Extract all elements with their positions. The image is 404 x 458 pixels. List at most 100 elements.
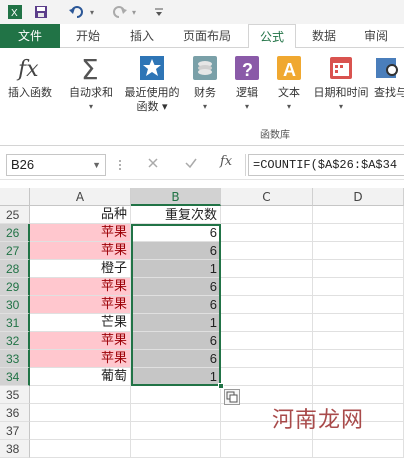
cell-b36[interactable] — [131, 404, 221, 422]
cell-b32[interactable]: 6 — [131, 332, 221, 350]
redo-dropdown-icon[interactable]: ▾ — [130, 1, 138, 23]
cell-c34[interactable] — [221, 368, 313, 386]
undo-dropdown-icon[interactable]: ▾ — [88, 1, 96, 23]
financial-button[interactable]: 财务 ▾ — [188, 54, 222, 114]
cell-d32[interactable] — [313, 332, 404, 350]
logical-dropdown[interactable]: ▾ — [230, 100, 264, 114]
cell-b25[interactable]: 重复次数 — [131, 206, 221, 224]
cell-c30[interactable] — [221, 296, 313, 314]
cell-a37[interactable] — [30, 422, 131, 440]
cell-d27[interactable] — [313, 242, 404, 260]
cell-a33[interactable]: 苹果 — [30, 350, 131, 368]
cell-d38[interactable] — [313, 440, 404, 458]
cell-d34[interactable] — [313, 368, 404, 386]
cell-b29[interactable]: 6 — [131, 278, 221, 296]
cell-b27[interactable]: 6 — [131, 242, 221, 260]
row-header[interactable]: 31 — [0, 314, 30, 332]
name-box[interactable]: B26 ▼ — [6, 154, 106, 176]
financial-dropdown[interactable]: ▾ — [188, 100, 222, 114]
cell-b30[interactable]: 6 — [131, 296, 221, 314]
cell-c38[interactable] — [221, 440, 313, 458]
cell-a31[interactable]: 芒果 — [30, 314, 131, 332]
name-box-dropdown-icon[interactable]: ▼ — [92, 155, 101, 175]
tab-formulas[interactable]: 公式 — [248, 24, 296, 49]
cell-d29[interactable] — [313, 278, 404, 296]
row-header[interactable]: 27 — [0, 242, 30, 260]
cell-a25[interactable]: 品种 — [30, 206, 131, 224]
tab-page-layout[interactable]: 页面布局 — [172, 24, 242, 48]
text-button[interactable]: A 文本 ▾ — [272, 54, 306, 114]
cell-c29[interactable] — [221, 278, 313, 296]
customize-qat-icon[interactable] — [148, 1, 170, 23]
cell-b26[interactable]: 6 — [131, 224, 221, 242]
cell-b38[interactable] — [131, 440, 221, 458]
column-header-a[interactable]: A — [30, 188, 131, 206]
column-header-b[interactable]: B — [131, 188, 221, 206]
cell-d28[interactable] — [313, 260, 404, 278]
tab-file[interactable]: 文件 — [0, 24, 60, 48]
cell-c32[interactable] — [221, 332, 313, 350]
row-header[interactable]: 28 — [0, 260, 30, 278]
cell-b37[interactable] — [131, 422, 221, 440]
tab-review[interactable]: 审阅 — [354, 24, 398, 48]
row-header[interactable]: 37 — [0, 422, 30, 440]
row-header[interactable]: 26 — [0, 224, 30, 242]
cell-c31[interactable] — [221, 314, 313, 332]
cell-a29[interactable]: 苹果 — [30, 278, 131, 296]
cell-a38[interactable] — [30, 440, 131, 458]
row-header[interactable]: 30 — [0, 296, 30, 314]
save-icon[interactable] — [30, 1, 52, 23]
autosum-dropdown[interactable]: ▾ — [64, 100, 118, 114]
row-header[interactable]: 35 — [0, 386, 30, 404]
row-header[interactable]: 34 — [0, 368, 30, 386]
date-time-button[interactable]: 日期和时间 ▾ — [310, 54, 372, 114]
row-header[interactable]: 32 — [0, 332, 30, 350]
row-header[interactable]: 29 — [0, 278, 30, 296]
cell-c33[interactable] — [221, 350, 313, 368]
autosum-button[interactable]: Σ 自动求和 ▾ — [64, 53, 118, 114]
cell-c26[interactable] — [221, 224, 313, 242]
select-all-corner[interactable] — [0, 188, 30, 206]
logical-button[interactable]: ? 逻辑 ▾ — [230, 54, 264, 114]
row-header[interactable]: 25 — [0, 206, 30, 224]
quick-analysis-icon[interactable] — [224, 389, 240, 405]
cell-a27[interactable]: 苹果 — [30, 242, 131, 260]
cell-a34[interactable]: 葡萄 — [30, 368, 131, 386]
formula-input[interactable]: =COUNTIF($A$26:$A$34 — [248, 154, 404, 176]
cell-b33[interactable]: 6 — [131, 350, 221, 368]
column-header-d[interactable]: D — [313, 188, 404, 206]
cell-c28[interactable] — [221, 260, 313, 278]
cell-d30[interactable] — [313, 296, 404, 314]
redo-icon[interactable] — [108, 1, 130, 23]
undo-icon[interactable] — [66, 1, 88, 23]
cell-a30[interactable]: 苹果 — [30, 296, 131, 314]
excel-app-icon[interactable]: X — [4, 1, 26, 23]
insert-function-button[interactable]: fx 插入函数 — [4, 54, 56, 100]
lookup-reference-button[interactable]: 查找与 — [374, 54, 404, 100]
text-dropdown[interactable]: ▾ — [272, 100, 306, 114]
tab-insert[interactable]: 插入 — [118, 24, 166, 48]
cell-c27[interactable] — [221, 242, 313, 260]
cell-a28[interactable]: 橙子 — [30, 260, 131, 278]
cell-d25[interactable] — [313, 206, 404, 224]
cell-b28[interactable]: 1 — [131, 260, 221, 278]
row-header[interactable]: 38 — [0, 440, 30, 458]
column-header-c[interactable]: C — [221, 188, 313, 206]
row-header[interactable]: 36 — [0, 404, 30, 422]
cell-b31[interactable]: 1 — [131, 314, 221, 332]
insert-function-fx-icon[interactable]: fx — [220, 154, 232, 169]
cell-d31[interactable] — [313, 314, 404, 332]
formula-bar-splitter[interactable] — [118, 158, 122, 172]
enter-check-icon[interactable] — [184, 156, 198, 173]
cancel-icon[interactable] — [146, 156, 160, 173]
row-header[interactable]: 33 — [0, 350, 30, 368]
cell-a35[interactable] — [30, 386, 131, 404]
date-time-dropdown[interactable]: ▾ — [310, 100, 372, 114]
cell-a36[interactable] — [30, 404, 131, 422]
tab-data[interactable]: 数据 — [302, 24, 346, 48]
cell-a26[interactable]: 苹果 — [30, 224, 131, 242]
cell-d33[interactable] — [313, 350, 404, 368]
cell-c25[interactable] — [221, 206, 313, 224]
recently-used-button[interactable]: 最近使用的 函数 ▾ — [120, 54, 184, 114]
cell-a32[interactable]: 苹果 — [30, 332, 131, 350]
